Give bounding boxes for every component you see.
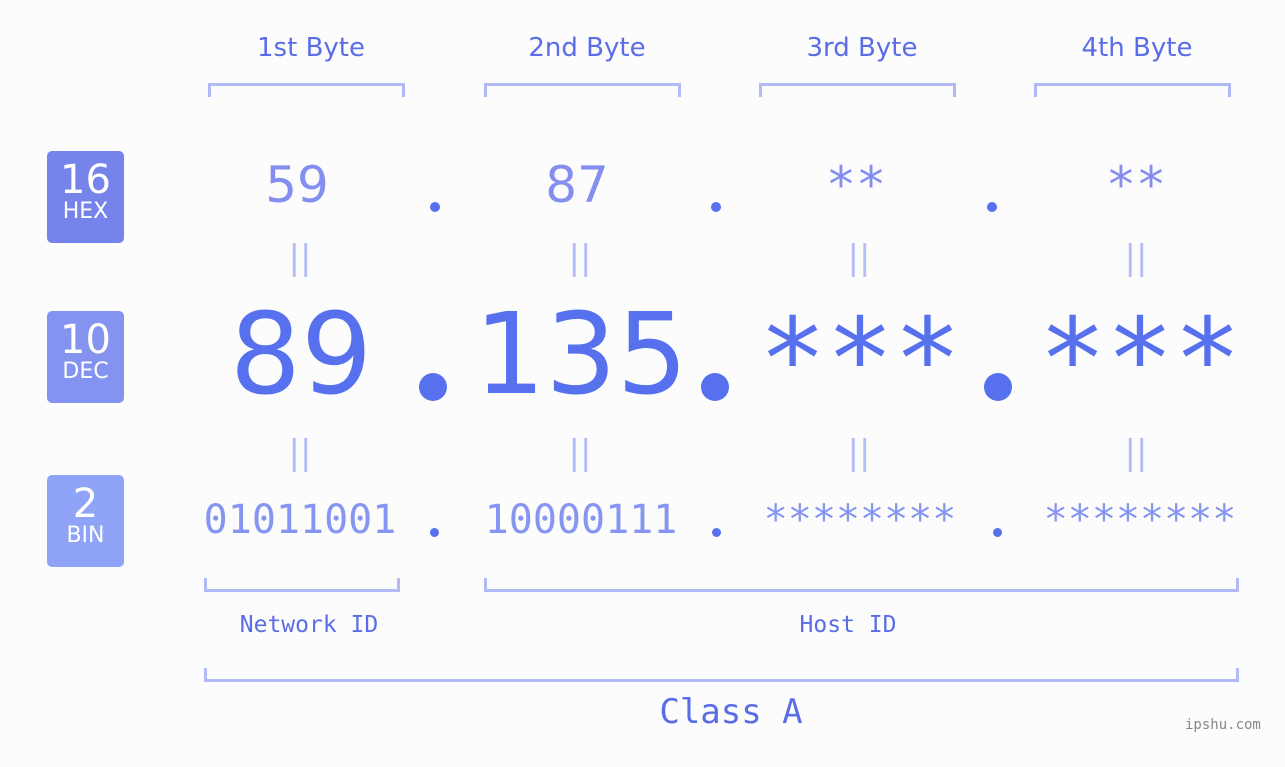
byte-bracket-4: [1034, 83, 1231, 97]
bin-byte-3: ********: [763, 497, 957, 543]
dec-separator-dot: [419, 373, 447, 401]
network-id-bracket: [204, 578, 400, 592]
equals-icon: ||: [847, 238, 871, 278]
equals-icon: ||: [568, 433, 592, 473]
hex-byte-1: 59: [265, 156, 329, 214]
bin-byte-1: 01011001: [203, 497, 397, 543]
bin-base-number: 2: [72, 481, 99, 527]
byte-header-1: 1st Byte: [257, 33, 365, 63]
class-bracket: [204, 668, 1239, 682]
bin-separator-dot: [430, 528, 439, 537]
byte-bracket-2: [484, 83, 681, 97]
hex-byte-4: **: [1105, 156, 1167, 214]
byte-bracket-3: [759, 83, 956, 97]
hex-separator-dot: [711, 202, 721, 212]
dec-base-number: 10: [60, 317, 111, 363]
hex-base-number: 16: [60, 157, 111, 203]
bin-separator-dot: [993, 528, 1002, 537]
equals-icon: ||: [288, 238, 312, 278]
bin-byte-4: ********: [1043, 497, 1237, 543]
dec-byte-4: ***: [1038, 295, 1242, 425]
hex-byte-3: **: [825, 156, 887, 214]
bin-base-label: BIN: [66, 523, 105, 548]
equals-icon: ||: [568, 238, 592, 278]
host-id-bracket: [484, 578, 1239, 592]
equals-icon: ||: [1124, 238, 1148, 278]
bin-badge: 2 BIN: [47, 475, 124, 567]
dec-separator-dot: [701, 373, 729, 401]
byte-header-2: 2nd Byte: [528, 33, 646, 63]
dec-badge: 10 DEC: [47, 311, 124, 403]
equals-icon: ||: [1124, 433, 1148, 473]
hex-separator-dot: [430, 202, 440, 212]
bin-byte-2: 10000111: [484, 497, 678, 543]
equals-icon: ||: [288, 433, 312, 473]
dec-byte-2: 135: [474, 290, 688, 420]
byte-header-4: 4th Byte: [1081, 33, 1193, 63]
dec-base-label: DEC: [62, 359, 109, 384]
byte-header-3: 3rd Byte: [806, 33, 918, 63]
hex-byte-2: 87: [545, 156, 609, 214]
host-id-label: Host ID: [799, 612, 897, 638]
class-label: Class A: [659, 692, 803, 732]
watermark: ipshu.com: [1185, 717, 1261, 733]
dec-byte-1: 89: [229, 290, 373, 420]
hex-badge: 16 HEX: [47, 151, 124, 243]
network-id-label: Network ID: [239, 612, 379, 638]
bin-separator-dot: [712, 528, 721, 537]
equals-icon: ||: [847, 433, 871, 473]
dec-separator-dot: [984, 373, 1012, 401]
hex-base-label: HEX: [62, 199, 109, 224]
hex-separator-dot: [987, 202, 997, 212]
dec-byte-3: ***: [758, 295, 962, 425]
byte-bracket-1: [208, 83, 405, 97]
